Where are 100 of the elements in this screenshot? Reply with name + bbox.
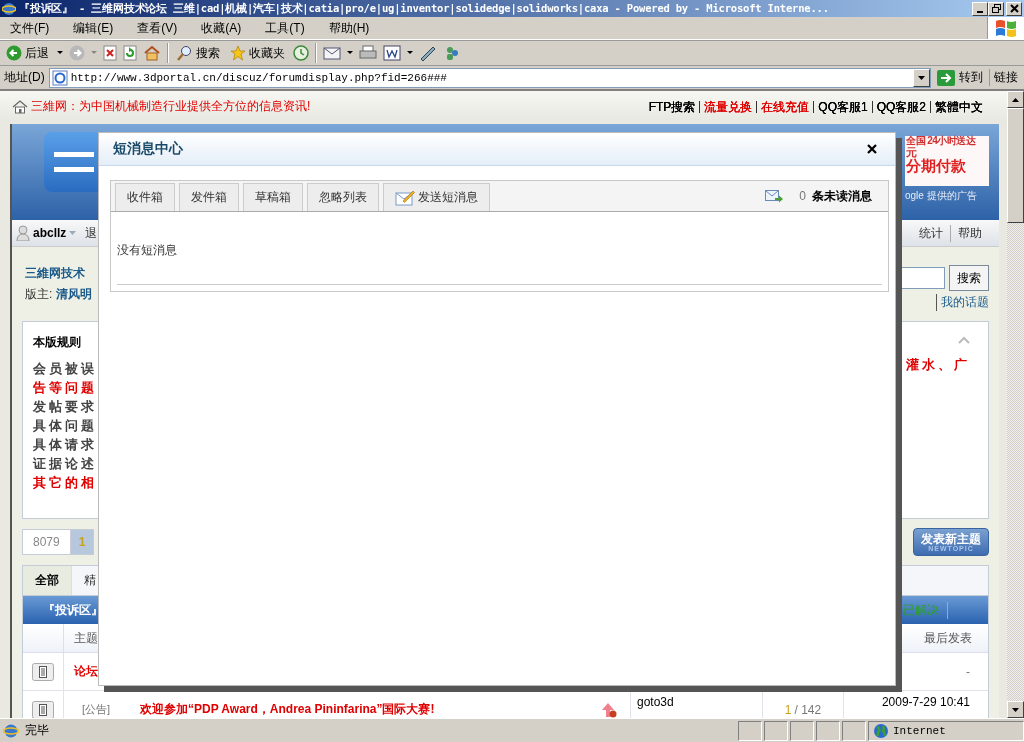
caret-icon <box>918 75 925 80</box>
column-header: 主题 <box>73 629 98 647</box>
rule-text: 其它的相 <box>33 474 97 493</box>
ad-caption: ogle 提供的广告 <box>905 189 978 204</box>
user-icon <box>16 225 30 242</box>
restore-button[interactable] <box>988 1 1004 16</box>
star-icon <box>230 45 246 62</box>
tab[interactable]: 草稿箱 <box>243 183 303 212</box>
reply-count: 1 <box>784 702 792 717</box>
mail-icon[interactable] <box>323 46 341 61</box>
empty-message: 没有短消息 <box>117 242 178 260</box>
menu-item[interactable]: 查看(V) <box>131 17 184 39</box>
moderator-link[interactable]: 清风明 <box>55 287 92 302</box>
forum-name: 三維网技术 <box>25 265 86 283</box>
address-field[interactable]: http://www.3dportal.cn/discuz/forumdisplay.php?fid=266### <box>48 67 931 88</box>
printer-icon[interactable] <box>359 45 377 62</box>
address-label: 地址(D) <box>4 69 45 87</box>
rule-text: 发帖要求 <box>33 398 97 417</box>
ad-text: 元 <box>906 146 918 159</box>
compose-icon <box>395 189 415 206</box>
caret-icon[interactable] <box>407 51 413 56</box>
up-arrow-icon <box>600 701 618 718</box>
go-button[interactable]: 转到 <box>935 69 990 87</box>
pen-icon[interactable] <box>419 45 437 62</box>
minimize-icon <box>977 10 983 13</box>
caret-icon[interactable] <box>57 51 63 56</box>
minimize-button[interactable] <box>972 1 988 16</box>
browser-icon <box>3 722 19 739</box>
unread-label: 条未读消息 <box>812 187 872 205</box>
forum-title: 『投诉区』 <box>43 601 103 619</box>
status-text: 完毕 <box>25 722 49 739</box>
last-post: - <box>965 664 971 682</box>
rule-text: 会员被误 <box>33 360 97 379</box>
dropdown-button[interactable] <box>913 68 930 87</box>
back-button[interactable]: 后退 <box>4 44 51 62</box>
header-link[interactable]: QQ客服1 <box>814 99 872 114</box>
home-icon[interactable] <box>12 99 28 114</box>
search-button[interactable]: 搜索 <box>175 44 222 62</box>
links-label[interactable]: 链接 <box>994 69 1024 87</box>
stop-icon[interactable] <box>103 45 117 62</box>
menu-item[interactable]: 编辑(E) <box>67 17 120 39</box>
security-zone: Internet <box>893 724 946 737</box>
up-arrow-icon <box>1012 97 1019 102</box>
refresh-icon[interactable] <box>123 45 137 62</box>
history-icon[interactable] <box>293 45 309 62</box>
header-link[interactable]: 繁體中文 <box>931 99 987 114</box>
menu-item[interactable]: 帮助(H) <box>322 17 376 39</box>
tab[interactable]: 发送短消息 <box>383 183 490 212</box>
ad-banner[interactable]: 全国 24小时送达 元 分期付款 <box>905 136 989 187</box>
site-slogan: 三維网：为中国机械制造行业提供全方位的信息资讯! <box>31 98 311 116</box>
rules-title: 本版规则 <box>33 334 82 352</box>
forum-link[interactable]: 我的话题 <box>936 294 989 312</box>
home-icon[interactable] <box>143 45 161 62</box>
down-arrow-icon <box>1012 707 1019 712</box>
status-panel <box>842 720 866 741</box>
scroll-up-button[interactable] <box>1007 91 1024 109</box>
ad-headline: 分期付款 <box>906 158 967 174</box>
window-title: 『投诉区』 - 三维网技术论坛 三维|cad|机械|汽车|技术|catia|pro/e|ug|inventor|solidedge|solidworks|caxa - Powered by - Microsoft Interne... <box>19 1 830 16</box>
tab[interactable]: 收件箱 <box>115 183 175 212</box>
search-icon <box>177 45 193 62</box>
scroll-thumb[interactable] <box>1007 108 1024 224</box>
tab[interactable]: 发件箱 <box>179 183 239 212</box>
ad-text: 全国 24小时送达 <box>906 136 977 147</box>
rule-text: 灌水、广 <box>906 356 970 375</box>
logout-link[interactable]: 退 <box>85 224 98 242</box>
nav-link[interactable]: 统计 <box>912 224 950 242</box>
caret-icon[interactable] <box>347 51 353 56</box>
header-link[interactable]: 在线充值 <box>757 99 814 114</box>
scrollbar[interactable] <box>1007 91 1024 719</box>
page-icon <box>51 69 68 86</box>
document-icon[interactable] <box>383 45 401 62</box>
globe-icon <box>873 722 889 739</box>
filter-tab[interactable]: 全部 <box>23 566 72 596</box>
close-icon <box>867 144 877 155</box>
browser-icon <box>2 1 16 16</box>
thread-title[interactable]: 欢迎参加“PDP Award，Andrea Pininfarina”国际大赛! <box>140 701 435 719</box>
moderator-label: 版主: <box>25 287 53 302</box>
menu-item[interactable]: 文件(F) <box>4 17 56 39</box>
tab[interactable]: 忽略列表 <box>307 183 379 212</box>
favorites-button[interactable]: 收藏夹 <box>228 44 287 62</box>
username[interactable]: abcllz <box>33 226 67 241</box>
menu-item[interactable]: 收藏(A) <box>195 17 248 39</box>
go-arrow-icon <box>937 69 955 86</box>
header-link[interactable]: FTP搜索 <box>644 99 700 114</box>
thread-icon <box>32 662 54 681</box>
close-button[interactable] <box>1006 1 1022 16</box>
menu-item[interactable]: 工具(T) <box>259 17 311 39</box>
header-link[interactable]: 流量兑换 <box>700 99 757 114</box>
scroll-down-button[interactable] <box>1007 701 1024 719</box>
status-panel <box>764 720 788 741</box>
rule-text: 证据论述 <box>33 455 97 474</box>
search-button[interactable]: 搜索 <box>949 265 989 292</box>
rule-text: 具体问题 <box>33 417 97 436</box>
nav-link[interactable]: 帮助 <box>950 224 989 242</box>
unread-count: 0 <box>799 189 806 204</box>
header-link[interactable]: QQ客服2 <box>872 99 930 114</box>
thread-title[interactable]: 论坛 <box>74 663 98 681</box>
dialog-title: 短消息中心 <box>113 140 183 159</box>
rule-text: 具体请求 <box>33 436 97 455</box>
thread-count: 8079 <box>23 530 71 555</box>
